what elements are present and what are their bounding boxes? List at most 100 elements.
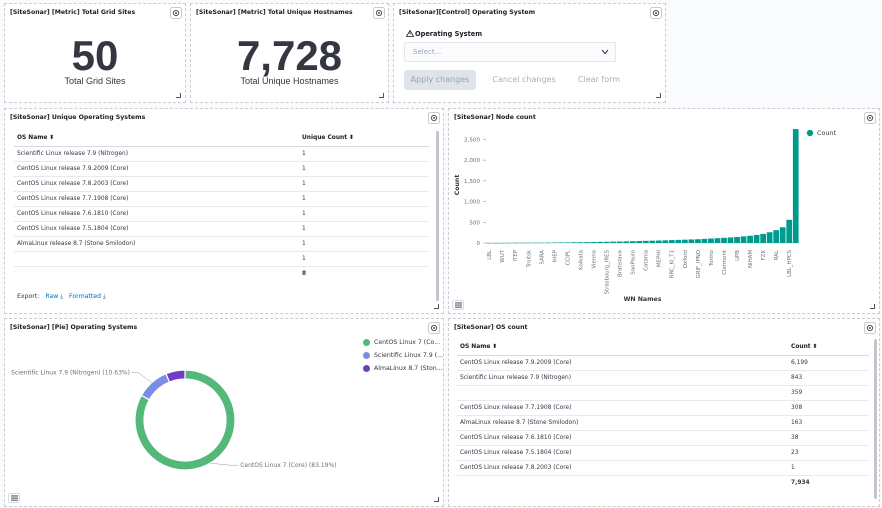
scrollbar[interactable] — [436, 131, 439, 301]
x-tick-label: LBL — [487, 250, 493, 260]
table-row: AlmaLinux release 8.7 (Stone Smilodon) 1 — [14, 236, 429, 252]
cell-count: 359 — [791, 385, 869, 401]
cell-count: 308 — [791, 400, 869, 416]
pie-legend: CentOS Linux 7 (Co... Scientific Linux 7.… — [363, 336, 443, 375]
bar — [662, 240, 669, 243]
cell-empty — [457, 475, 791, 490]
column-header-unique-count[interactable]: Unique Count ⬍ — [302, 131, 429, 147]
bar — [545, 242, 551, 244]
legend-swatch — [806, 129, 814, 137]
cell-os-name: CentOS Linux release 7.6.1810 (Core) — [14, 206, 302, 222]
column-header-os-name[interactable]: OS Name ⬍ — [14, 131, 302, 147]
bar — [571, 242, 577, 243]
bar — [766, 232, 773, 243]
bar — [636, 241, 643, 243]
gear-icon[interactable] — [864, 322, 876, 334]
cell-count: 163 — [791, 415, 869, 431]
gear-icon[interactable] — [373, 7, 385, 19]
x-tick-label: FZK — [761, 250, 767, 261]
cell-os-name — [457, 385, 791, 401]
bar — [492, 242, 499, 244]
control-field-label: Operating System — [405, 29, 482, 38]
resize-handle[interactable] — [434, 497, 439, 502]
bar — [786, 219, 793, 243]
bar — [597, 241, 603, 243]
legend-swatch — [363, 339, 370, 346]
resize-handle[interactable] — [176, 93, 181, 98]
legend-item[interactable]: CentOS Linux 7 (Co... — [363, 336, 443, 349]
os-select[interactable]: Select... — [404, 42, 616, 62]
cell-os-name: CentOS Linux release 7.7.1908 (Core) — [457, 400, 791, 416]
cell-os-name: CentOS Linux release 7.9.2009 (Core) — [457, 355, 791, 371]
table-row: CentOS Linux release 7.6.1810 (Core) 1 — [14, 206, 429, 222]
scrollbar[interactable] — [874, 339, 877, 499]
bar — [740, 236, 747, 243]
x-tick-label: Clermont — [722, 250, 728, 275]
x-tick-label: IHEP — [552, 249, 558, 262]
bar — [519, 242, 525, 244]
resize-handle[interactable] — [379, 93, 384, 98]
y-tick-label: 1,500 — [464, 179, 480, 185]
table-row: CentOS Linux release 7.7.1908 (Core) 1 — [14, 191, 429, 207]
legend-label: Scientific Linux 7.9 (... — [374, 352, 443, 359]
bar — [792, 129, 799, 243]
legend-item[interactable]: AlmaLinux 8.7 (Ston... — [363, 362, 443, 375]
bar — [486, 242, 493, 244]
table-row: CentOS Linux release 7.9.2009 (Core) 1 — [14, 161, 429, 177]
export-formatted-link[interactable]: Formatted ⤓ — [69, 293, 106, 300]
cell-count: 1 — [302, 161, 429, 177]
apply-changes-button[interactable]: Apply changes — [404, 70, 476, 90]
resize-handle[interactable] — [870, 304, 875, 309]
gear-icon[interactable] — [650, 7, 662, 19]
cell-os-name: CentOS Linux release 7.8.2003 (Core) — [14, 176, 302, 192]
x-tick-label: UPB — [735, 250, 741, 261]
list-icon — [455, 302, 462, 308]
bar — [773, 230, 780, 243]
cancel-changes-button[interactable]: Cancel changes — [488, 70, 560, 90]
chevron-down-icon — [601, 49, 609, 55]
legend-toggle-button[interactable] — [8, 493, 20, 503]
resize-handle[interactable] — [656, 93, 661, 98]
bar — [623, 241, 630, 243]
x-tick-label: Catania — [644, 250, 650, 271]
export-label: Export: — [17, 293, 40, 300]
bar — [512, 242, 519, 244]
column-header-count[interactable]: Count ⬍ — [791, 340, 869, 356]
table-row: CentOS Linux release 7.8.2003 (Core) 1 — [14, 176, 429, 192]
cell-count: 23 — [791, 445, 869, 461]
legend-toggle-button[interactable] — [452, 300, 464, 310]
x-tick-label: Vienna — [591, 250, 597, 269]
export-raw-link[interactable]: Raw ⤓ — [45, 293, 63, 300]
control-panel-os: [SiteSonar][Control] Operating System Op… — [393, 3, 666, 103]
bar — [649, 240, 656, 243]
metric-value: 50 — [71, 32, 119, 79]
x-tick-label: Bratislava — [618, 250, 624, 277]
legend-item[interactable]: Scientific Linux 7.9 (... — [363, 349, 443, 362]
cell-empty — [14, 266, 302, 281]
resize-handle[interactable] — [434, 304, 439, 309]
bar — [629, 241, 636, 243]
download-icon: ⤓ — [60, 293, 64, 300]
os-count-panel: [SiteSonar] OS count OS Name ⬍ Count ⬍ C… — [448, 318, 880, 507]
table-row: Scientific Linux release 7.9 (Nitrogen) 1 — [14, 146, 429, 162]
table-row: 1 — [14, 251, 429, 267]
metric-panel-grid-sites: [SiteSonar] [Metric] Total Grid Sites 50… — [4, 3, 186, 103]
pie-panel: [SiteSonar] [Pie] Operating Systems Cent… — [4, 318, 444, 507]
legend-label: CentOS Linux 7 (Co... — [374, 339, 441, 346]
x-tick-label: WUT — [500, 249, 506, 262]
table-row: CentOS Linux release 7.5.1804 (Core) 23 — [457, 445, 869, 461]
bar — [714, 238, 721, 243]
bar — [675, 239, 682, 243]
bar — [616, 241, 623, 243]
cell-count: 1 — [302, 251, 429, 267]
gear-icon[interactable] — [428, 112, 440, 124]
bar — [701, 238, 708, 243]
select-placeholder: Select... — [413, 48, 442, 56]
clear-form-button[interactable]: Clear form — [570, 70, 628, 90]
gear-icon[interactable] — [170, 7, 182, 19]
panel-title: [SiteSonar] [Metric] Total Unique Hostna… — [196, 9, 353, 16]
bar — [610, 241, 617, 243]
panel-title: [SiteSonar] Node count — [454, 114, 536, 121]
column-header-os-name[interactable]: OS Name ⬍ — [457, 340, 791, 356]
node-count-chart: 0 500 1,000 1,500 2,000 2,500 LBL WUT ITEP Troits… — [454, 129, 836, 303]
